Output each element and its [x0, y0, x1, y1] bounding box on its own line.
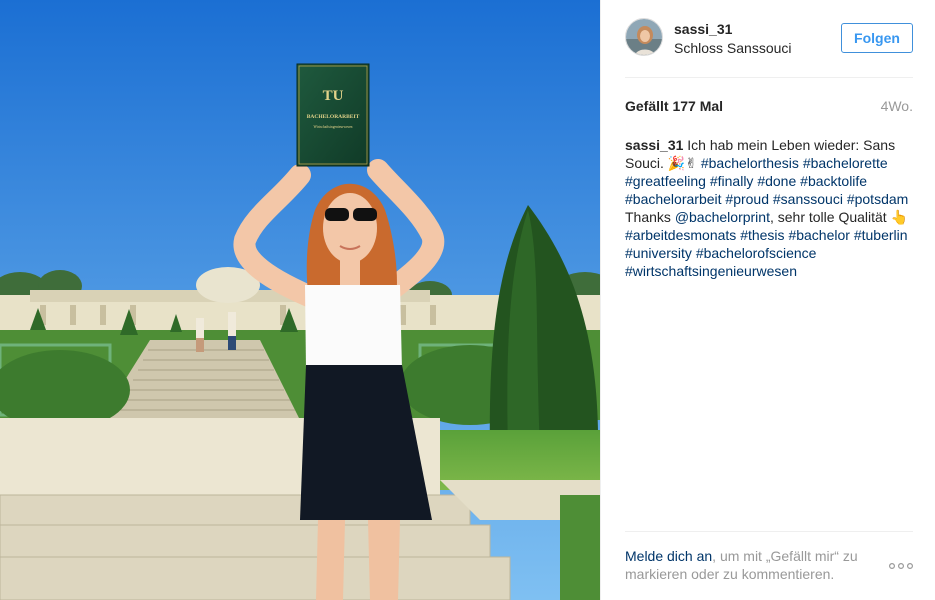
post-photo[interactable]: TU BACHELORARBEIT Wirtschaftsingenieurwe… — [0, 0, 600, 600]
post-header: sassi_31 Schloss Sanssouci Folgen — [625, 18, 913, 60]
location-link[interactable]: Schloss Sanssouci — [674, 39, 792, 57]
hashtag-link[interactable]: #proud — [725, 191, 769, 207]
follow-button[interactable]: Folgen — [841, 23, 913, 53]
hashtag-link[interactable]: @bachelorprint — [675, 209, 770, 225]
avatar[interactable] — [625, 18, 663, 56]
login-link[interactable]: Melde dich an — [625, 548, 712, 564]
more-options-icon[interactable] — [889, 561, 913, 571]
hashtag-link[interactable]: #university — [625, 245, 692, 261]
hashtag-link[interactable]: #arbeitdesmonats — [625, 227, 736, 243]
thesis-book: TU BACHELORARBEIT Wirtschaftsingenieurwe… — [296, 63, 370, 167]
user-block: sassi_31 Schloss Sanssouci — [674, 20, 792, 57]
caption-text: Thanks — [625, 209, 675, 225]
post-time[interactable]: 4Wo. — [881, 98, 913, 114]
hashtag-link[interactable]: #potsdam — [847, 191, 908, 207]
hashtag-link[interactable]: #backtolife — [800, 173, 867, 189]
book-subtitle: Wirtschaftsingenieurwesen — [314, 125, 353, 129]
post-sidebar: sassi_31 Schloss Sanssouci Folgen Gefäll… — [600, 0, 935, 600]
post-image: TU BACHELORARBEIT Wirtschaftsingenieurwe… — [0, 0, 600, 600]
hashtag-link[interactable]: #bachelorette — [803, 155, 888, 171]
hashtag-link[interactable]: #tuberlin — [854, 227, 908, 243]
hashtag-link[interactable]: #bachelorofscience — [696, 245, 817, 261]
hashtag-link[interactable]: #thesis — [740, 227, 784, 243]
caption-username-link[interactable]: sassi_31 — [625, 137, 683, 153]
book-title: BACHELORARBEIT — [307, 114, 360, 120]
caption-text: , sehr tolle Qualität 👆 — [769, 209, 909, 225]
hashtag-link[interactable]: #wirtschaftsingenieurwesen — [625, 263, 797, 279]
post-caption: sassi_31 Ich hab mein Leben wieder: Sans… — [625, 136, 913, 280]
login-prompt: Melde dich an, um mit „Gefällt mir“ zu m… — [625, 547, 880, 583]
post-footer: Melde dich an, um mit „Gefällt mir“ zu m… — [625, 547, 913, 587]
username-link[interactable]: sassi_31 — [674, 20, 792, 38]
hashtag-link[interactable]: #bachelorarbeit — [625, 191, 722, 207]
hashtag-link[interactable]: #done — [757, 173, 796, 189]
divider — [625, 531, 913, 532]
likes-row: Gefällt 177 Mal 4Wo. — [625, 98, 913, 118]
hashtag-link[interactable]: #sanssouci — [773, 191, 843, 207]
hashtag-link[interactable]: #bachelor — [788, 227, 850, 243]
caption-body: Ich hab mein Leben wieder: Sans Souci. 🎉… — [625, 137, 908, 279]
hashtag-link[interactable]: #finally — [710, 173, 754, 189]
avatar-image — [626, 19, 662, 55]
divider — [625, 77, 913, 78]
hashtag-link[interactable]: #greatfeeling — [625, 173, 706, 189]
hashtag-link[interactable]: #bachelorthesis — [701, 155, 799, 171]
book-logo: TU — [323, 88, 344, 104]
likes-count[interactable]: Gefällt 177 Mal — [625, 98, 723, 114]
